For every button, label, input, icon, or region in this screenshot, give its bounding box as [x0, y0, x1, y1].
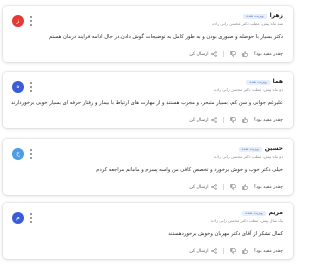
dislike-button[interactable] — [229, 184, 236, 190]
more-options-icon[interactable] — [29, 16, 33, 26]
review-card: ح حسین ویزیت شده دو ماه پیش، مطب دکتر مح… — [3, 139, 293, 195]
author-name: زهرا — [269, 12, 283, 19]
divider — [222, 184, 224, 190]
like-icon — [241, 248, 248, 254]
share-icon — [210, 248, 217, 254]
share-button[interactable]: ارسال کن — [189, 184, 217, 190]
review-card: ز زهرا ویزیت شده سه ماه پیش، مطب دکتر مح… — [3, 6, 293, 62]
more-options-icon[interactable] — [29, 82, 33, 92]
author-name: مریم — [268, 209, 283, 216]
dislike-icon — [229, 248, 236, 254]
review-meta: دو ماه پیش، مطب دکتر محسن رانی زاده — [214, 154, 283, 159]
like-button[interactable] — [241, 51, 248, 57]
helpful-question: چقدر مفید بود؟ — [253, 117, 283, 123]
author-name: حسین — [264, 145, 283, 152]
review-footer: چقدر مفید بود؟ ارسال کن — [189, 247, 283, 255]
review-footer: چقدر مفید بود؟ ارسال کن — [189, 50, 283, 58]
dislike-icon — [229, 51, 236, 57]
review-footer: چقدر مفید بود؟ ارسال کن — [189, 183, 283, 191]
share-icon — [210, 117, 217, 123]
helpful-question: چقدر مفید بود؟ — [253, 51, 283, 57]
review-list: ز زهرا ویزیت شده سه ماه پیش، مطب دکتر مح… — [0, 0, 300, 266]
send-label: ارسال کن — [189, 51, 209, 57]
review-meta: یک سال پیش، مطب دکتر محسن رانی زاده — [211, 218, 283, 223]
avatar: ح — [12, 148, 24, 160]
share-icon — [210, 51, 217, 57]
avatar: ه — [12, 81, 24, 93]
more-options-icon[interactable] — [29, 149, 33, 159]
like-button[interactable] — [241, 184, 248, 190]
dislike-icon — [229, 117, 236, 123]
review-header: هما ویزیت شده دو ماه پیش، مطب دکتر محسن … — [53, 78, 283, 96]
send-label: ارسال کن — [189, 117, 209, 123]
like-icon — [241, 184, 248, 190]
review-meta: سه ماه پیش، مطب دکتر محسن رانی زاده — [212, 21, 283, 26]
like-icon — [241, 117, 248, 123]
review-header: حسین ویزیت شده دو ماه پیش، مطب دکتر محسن… — [53, 145, 283, 163]
share-button[interactable]: ارسال کن — [189, 248, 217, 254]
share-button[interactable]: ارسال کن — [189, 117, 217, 123]
review-text: خیلی دکتر خوب و خوش برخورد و تخصص کافی م… — [96, 167, 283, 173]
dislike-button[interactable] — [229, 51, 236, 57]
like-button[interactable] — [241, 117, 248, 123]
dislike-button[interactable] — [229, 117, 236, 123]
dislike-icon — [229, 184, 236, 190]
visited-badge: ویزیت شده — [242, 210, 266, 216]
visited-badge: ویزیت شده — [238, 146, 262, 152]
helpful-question: چقدر مفید بود؟ — [253, 184, 283, 190]
helpful-question: چقدر مفید بود؟ — [253, 248, 283, 254]
like-button[interactable] — [241, 248, 248, 254]
send-label: ارسال کن — [189, 248, 209, 254]
like-icon — [241, 51, 248, 57]
share-button[interactable]: ارسال کن — [189, 51, 217, 57]
send-label: ارسال کن — [189, 184, 209, 190]
author-name: هما — [272, 78, 283, 85]
divider — [222, 117, 224, 123]
review-text: دکتر بسیار با حوصله و صبوری بودن و به طو… — [49, 34, 283, 40]
share-icon — [210, 184, 217, 190]
review-text: کمال تشکر از آقای دکتر مهربان وخوش برخور… — [168, 231, 283, 237]
review-footer: چقدر مفید بود؟ ارسال کن — [189, 116, 283, 124]
avatar: ز — [12, 15, 24, 27]
review-meta: دو ماه پیش، مطب دکتر محسن رانی زاده — [214, 87, 283, 92]
more-options-icon[interactable] — [29, 213, 33, 223]
review-card: ه هما ویزیت شده دو ماه پیش، مطب دکتر محس… — [3, 72, 293, 128]
divider — [222, 248, 224, 254]
review-header: زهرا ویزیت شده سه ماه پیش، مطب دکتر محسن… — [53, 12, 283, 30]
review-text: علیرغم جوانی و سن کم، بسیار متبحر، و مجر… — [11, 100, 283, 106]
visited-badge: ویزیت شده — [246, 79, 270, 85]
review-header: مریم ویزیت شده یک سال پیش، مطب دکتر محسن… — [53, 209, 283, 227]
avatar: م — [12, 212, 24, 224]
divider — [222, 51, 224, 57]
review-card: م مریم ویزیت شده یک سال پیش، مطب دکتر مح… — [3, 203, 293, 259]
dislike-button[interactable] — [229, 248, 236, 254]
visited-badge: ویزیت شده — [243, 13, 267, 19]
